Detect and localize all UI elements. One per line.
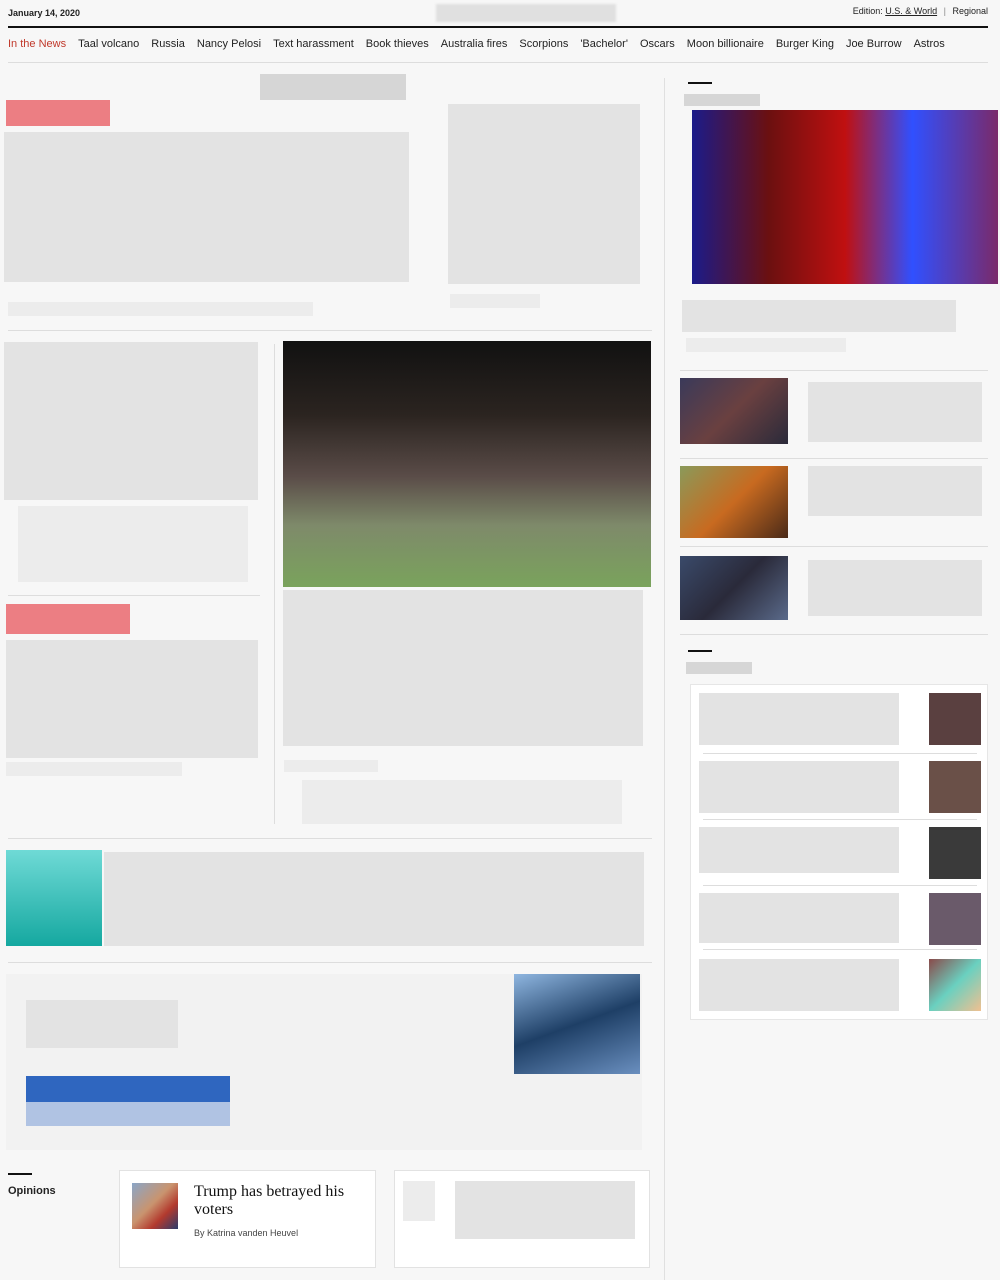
opinions-section-marker <box>8 1173 32 1175</box>
rail-list-item-4[interactable] <box>699 893 899 943</box>
nav-item-book-thieves[interactable]: Book thieves <box>366 38 429 50</box>
opinion-byline: By Katrina vanden Heuvel <box>194 1228 299 1238</box>
header-divider <box>8 26 988 28</box>
lead-photo[interactable] <box>283 341 651 587</box>
rail-divider <box>680 370 988 371</box>
top-bar: January 14, 2020 Edition: U.S. & World |… <box>8 0 988 26</box>
edition-us-world-link[interactable]: U.S. & World <box>885 6 937 16</box>
nav-item-moon-billionaire[interactable]: Moon billionaire <box>687 38 764 50</box>
rail-story-headline-1[interactable] <box>808 382 982 442</box>
nav-item-scorpions[interactable]: Scorpions <box>519 38 568 50</box>
opinion-card-2[interactable] <box>394 1170 650 1268</box>
nav-item-astros[interactable]: Astros <box>914 38 945 50</box>
opinion-card-2-photo-placeholder <box>403 1181 435 1221</box>
nav-item-australia-fires[interactable]: Australia fires <box>441 38 508 50</box>
rail-story-thumb-2[interactable] <box>680 466 788 538</box>
opinion-author-photo <box>132 1183 178 1229</box>
rail-section-heading-2-placeholder <box>686 662 752 674</box>
story-divider <box>8 595 260 596</box>
rail-section-marker-2 <box>688 650 712 652</box>
masthead-logo[interactable] <box>436 4 616 22</box>
feature-headline-placeholder[interactable] <box>104 852 644 946</box>
photo-credit-placeholder <box>284 760 378 772</box>
rail-feature-image[interactable] <box>692 110 998 284</box>
secondary-headline-placeholder[interactable] <box>448 104 640 284</box>
story-headline-placeholder[interactable] <box>4 342 258 500</box>
nav-item-joe-burrow[interactable]: Joe Burrow <box>846 38 902 50</box>
rail-list-divider <box>703 753 977 754</box>
rail-story-thumb-3[interactable] <box>680 556 788 620</box>
date-label: January 14, 2020 <box>8 8 81 18</box>
rail-feature-byline-placeholder <box>686 338 846 352</box>
nav-item-bachelor[interactable]: 'Bachelor' <box>580 38 628 50</box>
story-summary-placeholder <box>18 506 248 582</box>
promo-subtext-placeholder <box>26 1102 230 1126</box>
rail-list-thumb-2 <box>929 761 981 813</box>
feature-thumbnail[interactable] <box>6 850 102 946</box>
rail-list-divider-3 <box>703 885 977 886</box>
rail-list-thumb-4 <box>929 893 981 945</box>
section-kicker-placeholder <box>260 74 406 100</box>
edition-switcher: Edition: U.S. & World | Regional <box>853 6 988 16</box>
rail-list-thumb-3 <box>929 827 981 879</box>
breaking-tag-placeholder <box>6 604 130 634</box>
rail-section-marker <box>688 82 712 84</box>
nav-item-text-harassment[interactable]: Text harassment <box>273 38 354 50</box>
section-divider-2 <box>8 838 652 839</box>
opinion-headline[interactable]: Trump has betrayed his voters <box>194 1183 369 1219</box>
rail-divider-4 <box>680 634 988 635</box>
rail-list-item-5[interactable] <box>699 959 899 1011</box>
nav-item-taal-volcano[interactable]: Taal volcano <box>78 38 139 50</box>
opinion-card[interactable]: Trump has betrayed his voters By Katrina… <box>119 1170 376 1268</box>
section-divider-3 <box>8 962 652 963</box>
photo-story-headline-placeholder[interactable] <box>283 590 643 746</box>
live-tag-placeholder <box>6 100 110 126</box>
nav-item-nancy-pelosi[interactable]: Nancy Pelosi <box>197 38 261 50</box>
rail-story-headline-3[interactable] <box>808 560 982 616</box>
edition-label: Edition: <box>852 6 883 16</box>
rail-feature-headline-placeholder[interactable] <box>682 300 956 332</box>
rail-list-divider-2 <box>703 819 977 820</box>
lead-headline-placeholder[interactable] <box>4 132 409 282</box>
photo-story-summary-placeholder <box>302 780 622 824</box>
right-rail-divider <box>664 78 665 1280</box>
promo-image <box>514 974 640 1074</box>
secondary-byline-placeholder <box>450 294 540 308</box>
nav-divider <box>8 62 988 63</box>
rail-list-divider-4 <box>703 949 977 950</box>
section-divider <box>8 330 652 331</box>
rail-divider-3 <box>680 546 988 547</box>
promo-headline-placeholder <box>26 1000 178 1048</box>
edition-regional-link[interactable]: Regional <box>952 6 988 16</box>
trending-nav: In the News Taal volcano Russia Nancy Pe… <box>8 38 988 50</box>
rail-section-heading-placeholder <box>684 94 760 106</box>
story2-byline-placeholder <box>6 762 182 776</box>
rail-list-thumb-5 <box>929 959 981 1011</box>
rail-story-thumb-1[interactable] <box>680 378 788 444</box>
opinions-heading: Opinions <box>8 1185 56 1197</box>
story2-headline-placeholder[interactable] <box>6 640 258 758</box>
rail-divider-2 <box>680 458 988 459</box>
nav-item-oscars[interactable]: Oscars <box>640 38 675 50</box>
column-divider <box>274 344 275 824</box>
promo-button-placeholder[interactable] <box>26 1076 230 1102</box>
edition-separator: | <box>943 6 946 16</box>
opinion-card-2-headline-placeholder <box>455 1181 635 1239</box>
rail-list-card <box>690 684 988 1020</box>
rail-list-item-3[interactable] <box>699 827 899 873</box>
nav-item-burger-king[interactable]: Burger King <box>776 38 834 50</box>
lead-byline-placeholder <box>8 302 313 316</box>
nav-item-russia[interactable]: Russia <box>151 38 185 50</box>
rail-list-item-2[interactable] <box>699 761 899 813</box>
nav-in-the-news-label: In the News <box>8 38 67 50</box>
rail-list-thumb-1 <box>929 693 981 745</box>
rail-story-headline-2[interactable] <box>808 466 982 516</box>
rail-list-item-1[interactable] <box>699 693 899 745</box>
